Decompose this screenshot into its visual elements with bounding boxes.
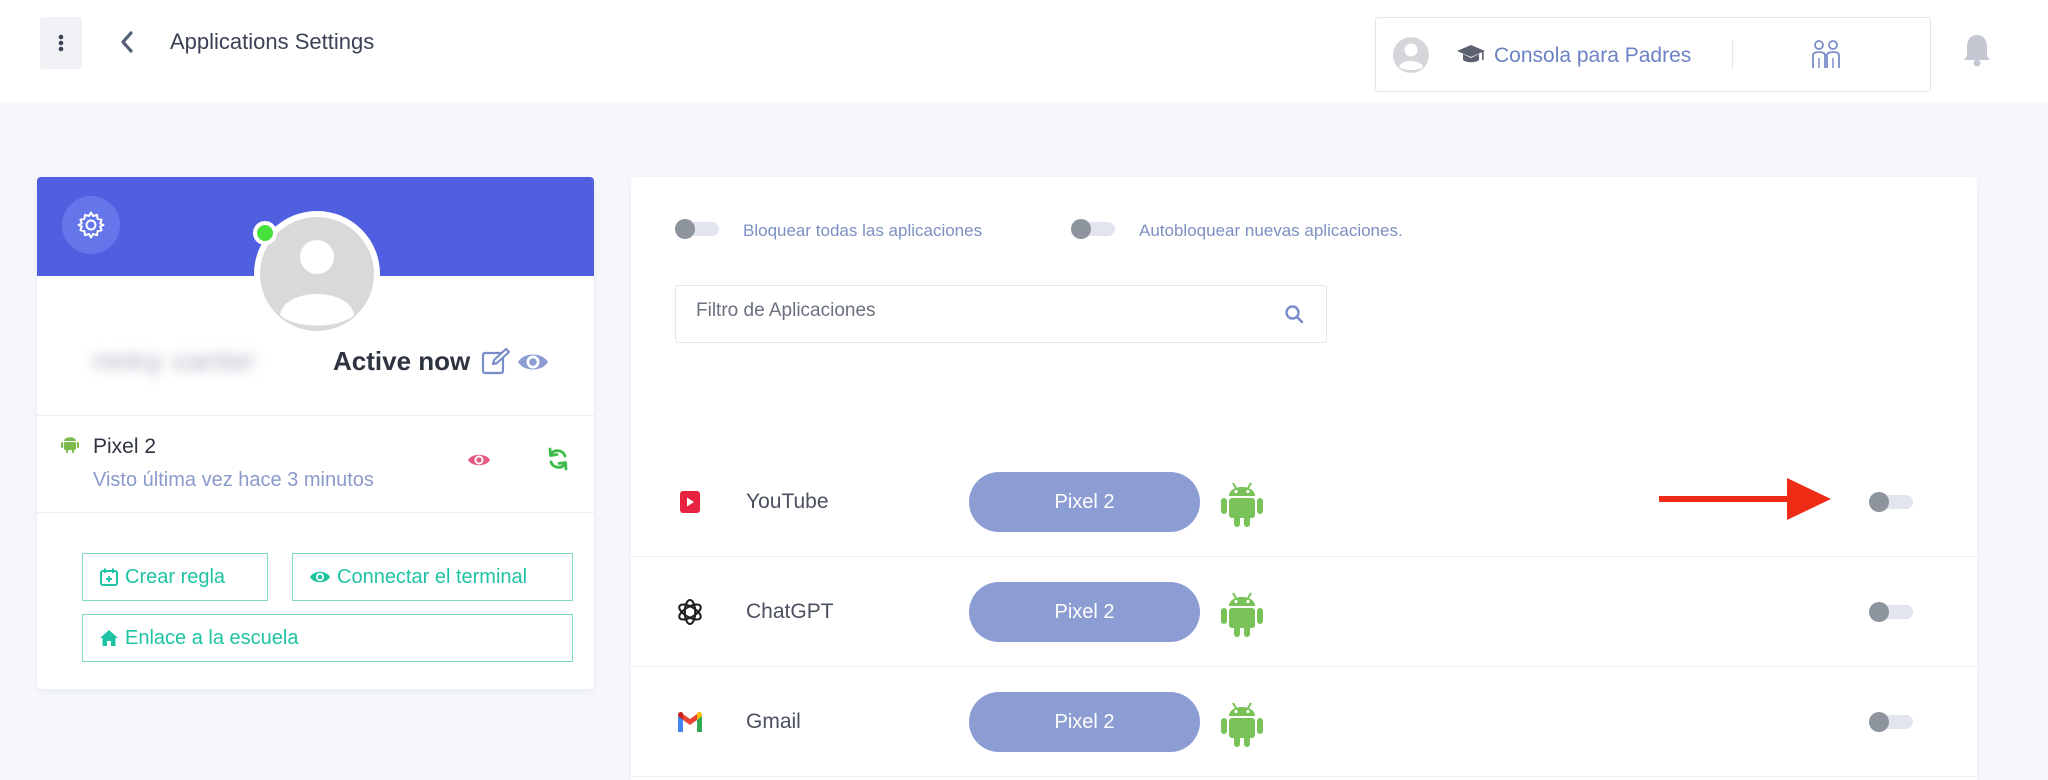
android-icon	[1221, 482, 1263, 527]
app-name: YouTube	[746, 490, 829, 513]
school-link-button[interactable]: Enlace a la escuela	[82, 614, 573, 662]
block-all-label: Bloquear todas las aplicaciones	[743, 221, 983, 240]
menu-button[interactable]	[40, 17, 82, 69]
autoblock-toggle[interactable]	[1071, 219, 1115, 239]
more-vertical-icon	[58, 34, 64, 52]
console-label: Consola para Padres	[1494, 44, 1692, 67]
youtube-icon	[675, 487, 705, 517]
block-app-toggle[interactable]	[1869, 712, 1913, 732]
back-button[interactable]	[114, 26, 140, 58]
divider	[37, 512, 594, 513]
app-row-gmail: Gmail Pixel 2	[631, 667, 1977, 777]
family-icon[interactable]	[1809, 38, 1843, 72]
device-badge: Pixel 2	[969, 582, 1200, 642]
device-name: Pixel 2	[93, 435, 157, 458]
device-badge: Pixel 2	[969, 472, 1200, 532]
profile-card: remy carter Active now Pixel 2 Visto últ…	[37, 177, 594, 689]
annotation-arrow-icon	[1659, 478, 1831, 520]
device-badge: Pixel 2	[969, 692, 1200, 752]
parent-console-switcher[interactable]: Consola para Padres	[1375, 17, 1931, 92]
bell-icon[interactable]	[1962, 32, 1992, 68]
android-icon	[1221, 592, 1263, 637]
block-app-toggle[interactable]	[1869, 492, 1913, 512]
page-title: Applications Settings	[170, 29, 375, 54]
user-silhouette-icon	[280, 240, 354, 326]
connect-terminal-button[interactable]: Connectar el terminal	[292, 553, 573, 601]
user-name: remy carter	[93, 345, 257, 376]
user-avatar-icon	[1393, 37, 1429, 73]
edit-icon[interactable]	[481, 347, 511, 375]
graduation-cap-icon	[1457, 45, 1485, 63]
divider	[1732, 40, 1733, 70]
eye-icon[interactable]	[516, 349, 550, 375]
search-icon[interactable]	[1284, 304, 1304, 324]
app-filter-input[interactable]	[696, 300, 1256, 322]
chevron-left-icon	[121, 31, 133, 53]
top-bar: Applications Settings Consola para Padre…	[0, 0, 2048, 102]
activity-status: Active now	[333, 346, 471, 376]
android-icon	[1221, 702, 1263, 747]
app-name: ChatGPT	[746, 600, 834, 623]
connect-terminal-label: Connectar el terminal	[337, 566, 528, 588]
create-rule-button[interactable]: Crear regla	[82, 553, 268, 601]
chatgpt-icon	[675, 597, 705, 627]
gmail-icon	[675, 707, 705, 737]
app-name: Gmail	[746, 710, 801, 733]
app-row-chatgpt: ChatGPT Pixel 2	[631, 557, 1977, 667]
app-filter	[675, 285, 1327, 343]
divider	[37, 415, 594, 416]
block-app-toggle[interactable]	[1869, 602, 1913, 622]
sync-icon[interactable]	[547, 447, 569, 471]
autoblock-label: Autobloquear nuevas aplicaciones.	[1139, 221, 1403, 240]
home-icon	[100, 630, 118, 646]
gear-icon	[77, 211, 105, 239]
school-link-label: Enlace a la escuela	[125, 627, 299, 649]
create-rule-label: Crear regla	[125, 566, 226, 588]
block-all-toggle[interactable]	[675, 219, 719, 239]
calendar-plus-icon	[100, 568, 118, 586]
online-status-dot	[253, 221, 277, 245]
eye-icon[interactable]	[467, 451, 491, 469]
android-icon	[61, 437, 79, 453]
eye-icon	[310, 571, 330, 583]
device-last-seen: Visto última vez hace 3 minutos	[93, 469, 374, 491]
settings-button[interactable]	[62, 196, 120, 254]
